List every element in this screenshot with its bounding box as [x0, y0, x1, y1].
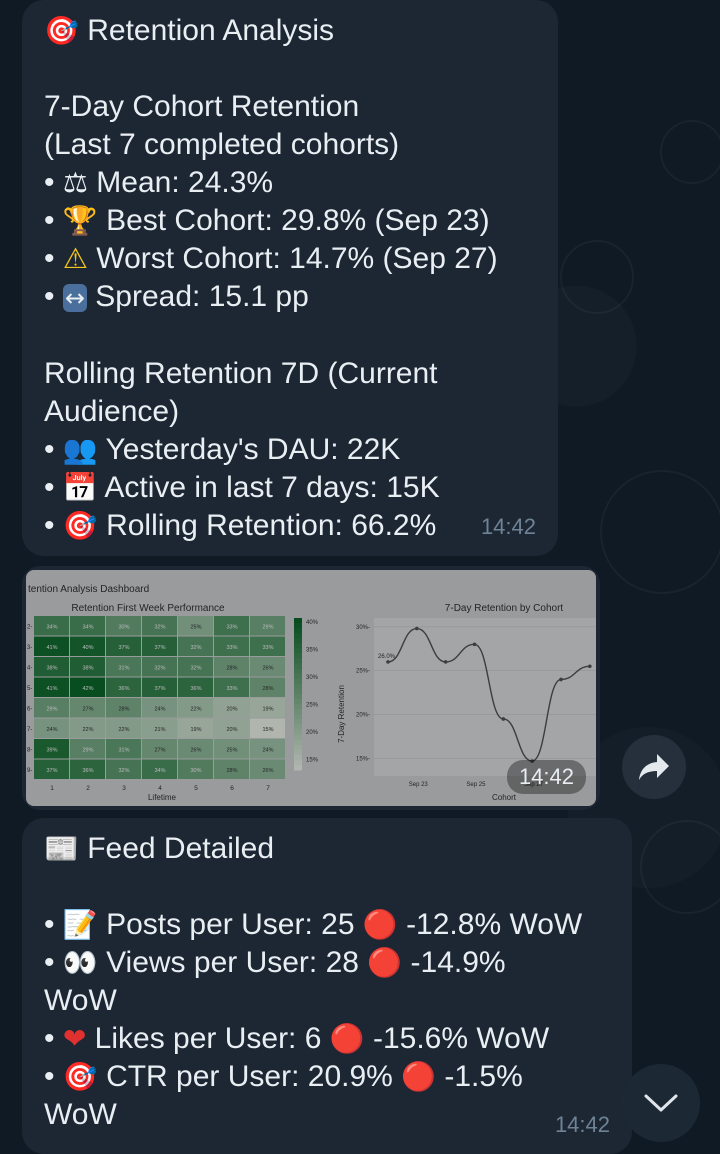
- forward-arrow-icon: [639, 754, 669, 780]
- section-subheading: (Last 7 completed cohorts): [44, 128, 400, 161]
- message-title: 🎯 Retention Analysis: [44, 14, 335, 47]
- message-time: 14:42: [480, 514, 536, 539]
- message-retention-analysis[interactable]: 🎯 Retention Analysis 7-Day Cohort Retent…: [22, 0, 558, 556]
- message-title: 📰 Feed Detailed: [44, 832, 275, 865]
- list-item: • 📝 Posts per User: 25 🔴 -12.8% WoW: [44, 908, 583, 941]
- calendar-icon: 📅: [62, 471, 98, 504]
- list-item: • 🎯 Rolling Retention: 66.2%: [44, 509, 437, 542]
- list-item: • 👀 Views per User: 28 🔴 -14.9%: [44, 946, 506, 979]
- dashboard-image[interactable]: tention Analysis Dashboard Retention Fir…: [22, 566, 600, 810]
- newspaper-icon: 📰: [44, 832, 79, 865]
- list-item: • 📅 Active in last 7 days: 15K: [44, 471, 440, 504]
- list-item: • 🏆 Best Cohort: 29.8% (Sep 23): [44, 204, 490, 237]
- target-icon: 🎯: [44, 14, 79, 47]
- chevron-down-icon: [644, 1094, 678, 1112]
- section-heading: Audience): [44, 395, 180, 428]
- red-circle-icon: 🔴: [362, 908, 398, 941]
- left-right-arrow-icon: ↔: [62, 284, 87, 312]
- message-time: 14:42: [554, 1112, 610, 1137]
- red-circle-icon: 🔴: [401, 1060, 437, 1093]
- list-item: • ❤ Likes per User: 6 🔴 -15.6% WoW: [44, 1022, 550, 1055]
- list-item-continuation: WoW: [44, 1098, 117, 1131]
- section-heading: Rolling Retention 7D (Current: [44, 357, 438, 390]
- trophy-icon: 🏆: [62, 204, 98, 237]
- section-heading: 7-Day Cohort Retention: [44, 90, 360, 123]
- balance-scale-icon: ⚖: [62, 166, 88, 199]
- red-circle-icon: 🔴: [367, 946, 403, 979]
- forward-button[interactable]: [622, 735, 686, 799]
- heart-icon: ❤: [62, 1022, 87, 1055]
- target-icon: 🎯: [62, 1060, 98, 1093]
- users-icon: 👥: [62, 433, 98, 466]
- list-item: • 🎯 CTR per User: 20.9% 🔴 -1.5%: [44, 1060, 523, 1093]
- list-item: • 👥 Yesterday's DAU: 22K: [44, 433, 401, 466]
- message-feed-detailed[interactable]: 📰 Feed Detailed • 📝 Posts per User: 25 🔴…: [22, 818, 632, 1154]
- memo-icon: 📝: [62, 908, 98, 941]
- warning-icon: ⚠: [62, 242, 88, 275]
- scroll-to-bottom-button[interactable]: [622, 1064, 700, 1142]
- red-circle-icon: 🔴: [329, 1022, 365, 1055]
- target-icon: 🎯: [62, 509, 98, 542]
- message-time: 14:42: [506, 760, 586, 794]
- list-item-continuation: WoW: [44, 984, 117, 1017]
- list-item: • ⚖ Mean: 24.3%: [44, 166, 274, 199]
- list-item: • ↔ Spread: 15.1 pp: [44, 280, 309, 313]
- eyes-icon: 👀: [62, 946, 98, 979]
- list-item: • ⚠ Worst Cohort: 14.7% (Sep 27): [44, 242, 498, 275]
